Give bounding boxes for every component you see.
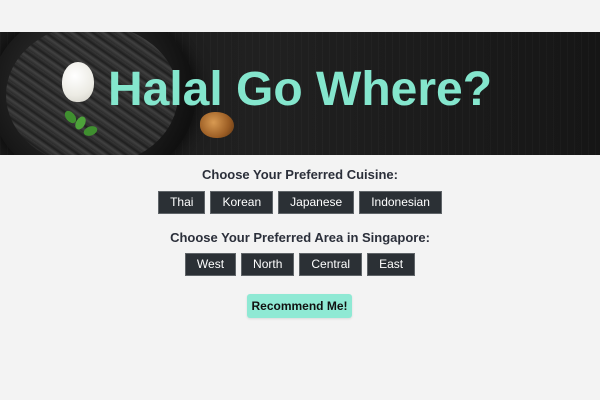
page-title: Halal Go Where? [107,63,493,116]
area-north-button[interactable]: North [241,253,295,276]
cuisine-korean-button[interactable]: Korean [210,191,274,214]
recommend-button[interactable]: Recommend Me! [247,294,352,318]
area-west-button[interactable]: West [184,253,237,276]
area-central-button[interactable]: Central [299,253,363,276]
area-east-button[interactable]: East [367,253,416,276]
cuisine-options: Thai Korean Japanese Indonesian [0,191,600,214]
area-options: West North Central East [0,253,600,276]
cuisine-label: Choose Your Preferred Cuisine: [201,167,398,182]
area-label: Choose Your Preferred Area in Singapore: [170,230,430,245]
cuisine-japanese-button[interactable]: Japanese [278,191,355,214]
cuisine-indonesian-button[interactable]: Indonesian [359,191,442,214]
cuisine-thai-button[interactable]: Thai [158,191,206,214]
